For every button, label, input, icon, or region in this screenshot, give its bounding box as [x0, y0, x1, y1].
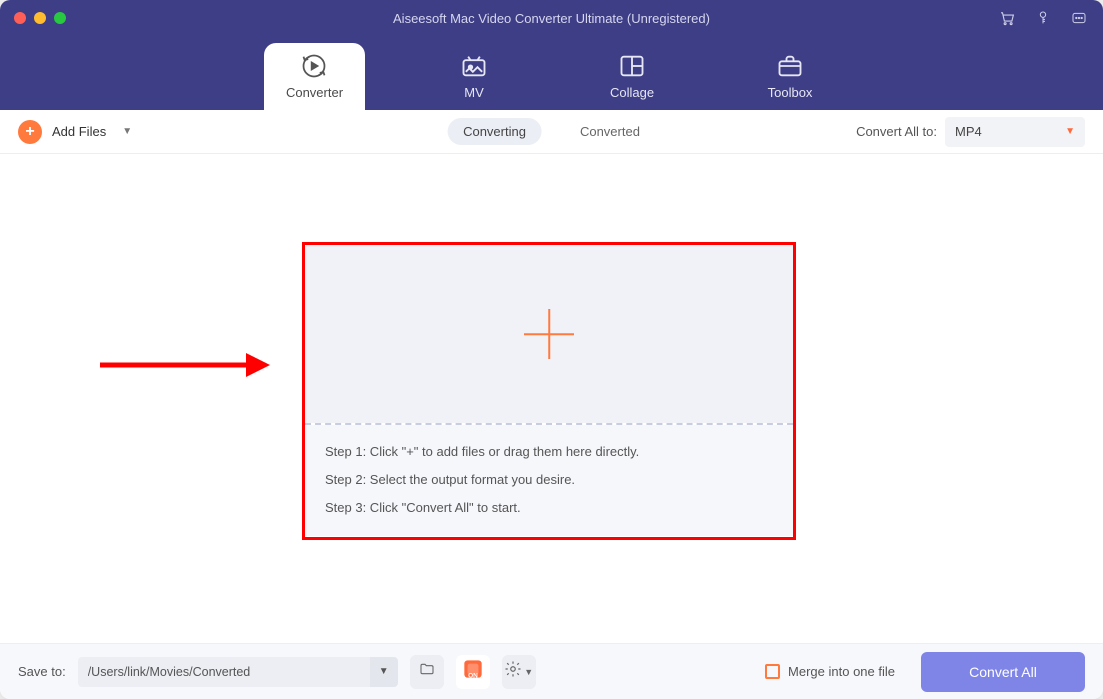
convert-all-button[interactable]: Convert All: [921, 652, 1085, 692]
add-plus-icon: [524, 309, 574, 359]
tab-collage[interactable]: Collage: [583, 43, 681, 110]
maximize-window-button[interactable]: [54, 12, 66, 24]
convert-all-to: Convert All to: MP4 ▼: [856, 117, 1085, 147]
merge-label: Merge into one file: [788, 664, 895, 679]
titlebar: Aiseesoft Mac Video Converter Ultimate (…: [0, 0, 1103, 36]
svg-text:ON: ON: [468, 673, 478, 680]
mv-icon: [460, 53, 488, 79]
titlebar-actions: [997, 8, 1089, 28]
drop-zone[interactable]: Step 1: Click "+" to add files or drag t…: [302, 242, 796, 540]
tab-label: Toolbox: [768, 85, 813, 100]
tab-label: Converter: [286, 85, 343, 100]
cart-icon[interactable]: [997, 9, 1017, 27]
plus-icon: +: [18, 120, 42, 144]
gpu-icon: ON: [460, 656, 486, 687]
save-path-input[interactable]: [78, 657, 370, 687]
step-text: Step 2: Select the output format you des…: [325, 471, 773, 489]
annotation-arrow: [98, 350, 270, 380]
converter-icon: [300, 53, 328, 79]
tab-converter[interactable]: Converter: [264, 43, 365, 110]
tab-label: Collage: [610, 85, 654, 100]
gpu-accel-button[interactable]: ON: [456, 655, 490, 689]
drop-zone-add-area[interactable]: [305, 245, 793, 423]
toolbox-icon: [776, 53, 804, 79]
save-to-label: Save to:: [18, 664, 66, 679]
menu-icon[interactable]: [1069, 10, 1089, 26]
tab-label: MV: [464, 85, 484, 100]
tab-mv[interactable]: MV: [425, 43, 523, 110]
save-path-group: ▼: [78, 657, 398, 687]
convert-all-label: Convert All: [969, 664, 1037, 680]
output-format-select[interactable]: MP4 ▼: [945, 117, 1085, 147]
checkbox-icon: [765, 664, 780, 679]
chevron-down-icon: ▼: [524, 667, 533, 677]
app-window: Aiseesoft Mac Video Converter Ultimate (…: [0, 0, 1103, 699]
traffic-lights: [14, 12, 66, 24]
chevron-down-icon: ▼: [1065, 126, 1075, 137]
status-segment: Converting Converted: [447, 118, 656, 145]
merge-checkbox[interactable]: Merge into one file: [765, 664, 895, 679]
step-text: Step 3: Click "Convert All" to start.: [325, 499, 773, 517]
minimize-window-button[interactable]: [34, 12, 46, 24]
settings-button[interactable]: ▼: [502, 655, 536, 689]
toolbar: + Add Files ▼ Converting Converted Conve…: [0, 110, 1103, 154]
add-files-label: Add Files: [52, 124, 106, 139]
folder-icon: [418, 661, 436, 682]
segment-converted[interactable]: Converted: [564, 118, 656, 145]
key-icon[interactable]: [1035, 8, 1051, 28]
tab-toolbox[interactable]: Toolbox: [741, 43, 839, 110]
selected-format: MP4: [955, 124, 982, 139]
open-folder-button[interactable]: [410, 655, 444, 689]
window-title: Aiseesoft Mac Video Converter Ultimate (…: [0, 11, 1103, 26]
chevron-down-icon[interactable]: ▼: [122, 126, 132, 137]
gear-icon: [504, 660, 522, 683]
convert-all-to-label: Convert All to:: [856, 124, 937, 139]
main-area: Step 1: Click "+" to add files or drag t…: [0, 154, 1103, 643]
main-nav: Converter MV Collage Toolbox: [0, 36, 1103, 110]
add-files-button[interactable]: + Add Files ▼: [18, 120, 132, 144]
save-path-dropdown[interactable]: ▼: [370, 657, 398, 687]
footer: Save to: ▼ ON ▼ Merge into one file: [0, 643, 1103, 699]
close-window-button[interactable]: [14, 12, 26, 24]
drop-zone-instructions: Step 1: Click "+" to add files or drag t…: [305, 425, 793, 536]
step-text: Step 1: Click "+" to add files or drag t…: [325, 443, 773, 461]
segment-converting[interactable]: Converting: [447, 118, 542, 145]
collage-icon: [618, 53, 646, 79]
